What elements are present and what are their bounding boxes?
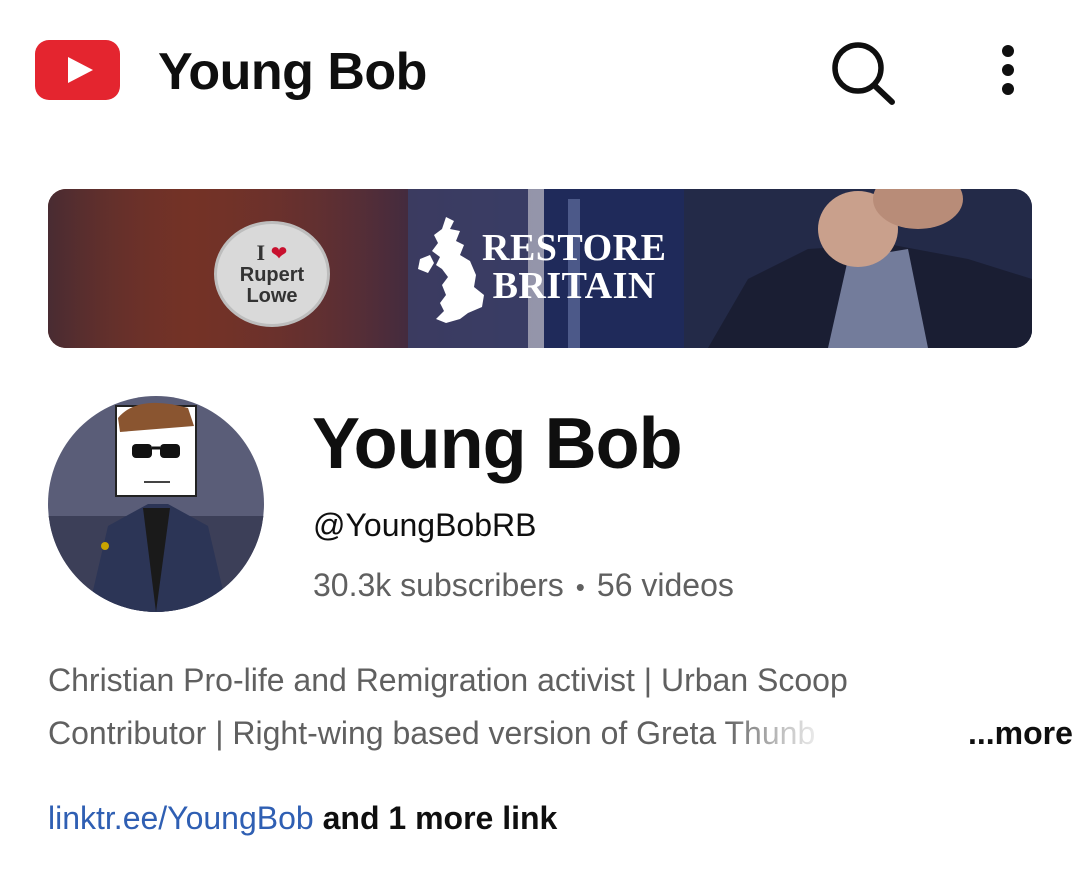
badge-text-rupert: Rupert — [239, 263, 305, 286]
channel-handle: @YoungBobRB — [313, 507, 537, 543]
description-fade-text: Thunb — [724, 715, 816, 751]
description-line-2-text: Contributor | Right-wing based version o… — [48, 715, 725, 751]
stats-separator: • — [575, 572, 585, 602]
channel-banner: I ❤ Rupert Lowe RESTORE BRITAIN — [48, 189, 1032, 348]
top-app-bar: Young Bob — [0, 0, 1080, 140]
youtube-logo-icon[interactable] — [35, 40, 120, 100]
channel-stats: 30.3k subscribers • 56 videos — [313, 565, 734, 607]
channel-name: Young Bob — [312, 404, 683, 484]
banner-heading-line1: RESTORE — [482, 227, 667, 269]
britain-map-icon — [416, 215, 492, 325]
badge-text-i: I — [256, 239, 266, 265]
primary-link[interactable]: linktr.ee/YoungBob — [48, 800, 314, 836]
video-count: 56 videos — [596, 567, 734, 603]
more-links-button[interactable]: and 1 more link — [323, 800, 558, 836]
channel-avatar[interactable] — [48, 396, 264, 612]
badge-text-lowe: Lowe — [246, 284, 298, 307]
more-vertical-icon[interactable] — [980, 40, 1036, 100]
channel-description[interactable]: Christian Pro-life and Remigration activ… — [48, 654, 1073, 760]
subscriber-count: 30.3k subscribers — [313, 567, 564, 603]
description-line-1: Christian Pro-life and Remigration activ… — [48, 662, 848, 698]
search-icon[interactable] — [828, 40, 898, 106]
banner-heading-line2: BRITAIN — [492, 265, 656, 307]
channel-links: linktr.ee/YoungBob and 1 more link — [48, 796, 557, 840]
restore-britain-text: RESTORE BRITAIN — [482, 229, 666, 305]
rupert-lowe-badge: I ❤ Rupert Lowe — [214, 221, 330, 327]
app-title: Young Bob — [158, 43, 427, 101]
description-line-2: Contributor | Right-wing based version o… — [48, 707, 1038, 760]
heart-icon: ❤ — [270, 242, 288, 265]
description-more-button[interactable]: ...more — [966, 707, 1073, 760]
